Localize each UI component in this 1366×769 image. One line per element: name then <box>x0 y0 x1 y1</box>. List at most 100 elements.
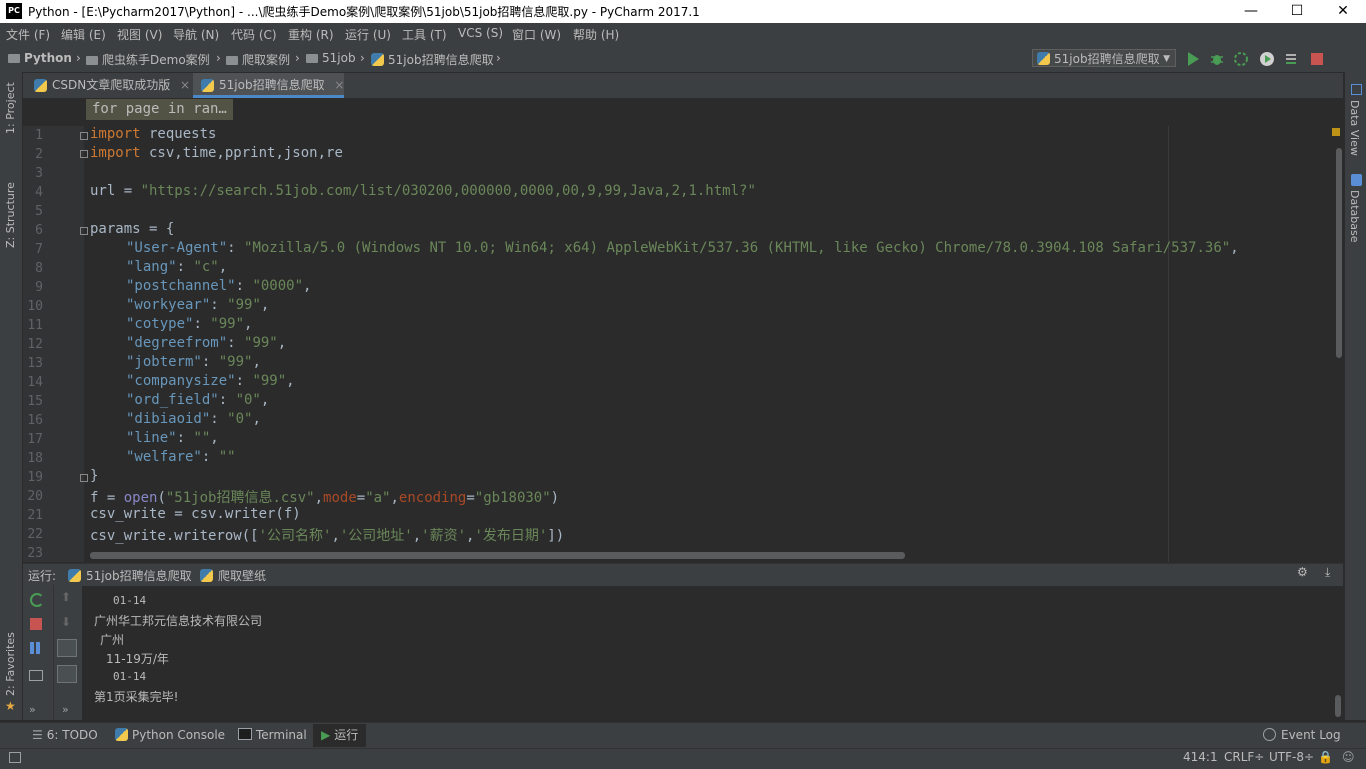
data-view-tool-tab[interactable]: Data View <box>1348 100 1361 156</box>
todo-tool-button[interactable]: ☰ 6: TODO <box>32 728 98 742</box>
terminal-tool-button[interactable]: Terminal <box>238 728 307 742</box>
run-icon[interactable] <box>1185 51 1201 67</box>
maximize-button[interactable]: ☐ <box>1274 0 1320 23</box>
breadcrumb-51job[interactable]: 51job <box>306 51 356 65</box>
run-tab-51job[interactable]: 51job招聘信息爬取 <box>68 567 192 584</box>
rerun-icon[interactable] <box>30 593 44 607</box>
toggle-tool-windows-icon[interactable] <box>9 752 21 763</box>
line-number: 4 <box>35 185 43 200</box>
terminal-icon <box>238 728 252 740</box>
editor-vertical-scrollbar[interactable] <box>1336 148 1342 358</box>
breadcrumb-python[interactable]: Python <box>8 51 72 65</box>
menu-tools[interactable]: 工具 (T) <box>402 26 447 43</box>
close-button[interactable]: ✕ <box>1320 0 1366 23</box>
more-icon[interactable]: » <box>62 703 69 716</box>
run-tab-wallpaper[interactable]: 爬取壁纸 <box>200 567 266 584</box>
breadcrumb-demo[interactable]: 爬虫练手Demo案例 <box>86 51 210 68</box>
project-tool-tab[interactable]: 1: Project <box>4 82 17 134</box>
menu-window[interactable]: 窗口 (W) <box>512 26 561 43</box>
file-encoding[interactable]: UTF-8÷ <box>1269 750 1314 764</box>
pause-icon[interactable] <box>30 642 34 654</box>
minimize-button[interactable]: — <box>1228 0 1274 23</box>
code-line[interactable]: "dibiaoid": "0", <box>126 411 261 427</box>
line-number: 23 <box>27 546 43 561</box>
print-icon[interactable] <box>29 670 43 681</box>
run-output-scrollbar[interactable] <box>1335 695 1341 717</box>
soft-wrap-icon[interactable] <box>57 639 77 657</box>
line-number: 18 <box>27 451 43 466</box>
warning-marker-icon[interactable] <box>1332 128 1340 136</box>
code-line[interactable]: "line": "", <box>126 430 219 446</box>
scroll-to-end-icon[interactable] <box>57 665 77 683</box>
debug-icon[interactable] <box>1209 51 1225 67</box>
menu-refactor[interactable]: 重构 (R) <box>288 26 334 43</box>
breadcrumb-file[interactable]: 51job招聘信息爬取 <box>371 51 494 68</box>
code-line[interactable]: "postchannel": "0000", <box>126 278 311 294</box>
code-line[interactable]: "ord_field": "0", <box>126 392 269 408</box>
tab-csdn[interactable]: CSDN文章爬取成功版 × <box>26 73 190 98</box>
close-tab-icon[interactable]: × <box>334 78 344 92</box>
code-line[interactable]: "lang": "c", <box>126 259 227 275</box>
run-tool-button[interactable]: ▶ 运行 <box>313 724 367 747</box>
close-tab-icon[interactable]: × <box>180 78 190 92</box>
event-log-tool-button[interactable]: Event Log <box>1263 728 1341 742</box>
tab-51job[interactable]: 51job招聘信息爬取 × <box>193 73 344 98</box>
fold-marker-icon[interactable] <box>80 474 88 482</box>
menu-help[interactable]: 帮助 (H) <box>573 26 619 43</box>
structure-tool-tab[interactable]: Z: Structure <box>4 182 17 248</box>
code-line[interactable]: "degreefrom": "99", <box>126 335 286 351</box>
menu-edit[interactable]: 编辑 (E) <box>61 26 106 43</box>
stop-icon[interactable] <box>1309 51 1325 67</box>
cursor-position[interactable]: 414:1 <box>1183 750 1218 764</box>
code-line[interactable]: "User-Agent": "Mozilla/5.0 (Windows NT 1… <box>126 240 1239 256</box>
fold-marker-icon[interactable] <box>80 150 88 158</box>
code-line[interactable]: url = "https://search.51job.com/list/030… <box>90 183 756 199</box>
chevron-down-icon: ▼ <box>1163 54 1170 64</box>
code-line[interactable]: } <box>90 468 98 484</box>
concurrency-icon[interactable] <box>1284 51 1300 67</box>
profile-icon[interactable] <box>1259 51 1275 67</box>
line-separator[interactable]: CRLF÷ <box>1224 750 1264 764</box>
code-line[interactable]: import csv,time,pprint,json,re <box>90 145 343 161</box>
code-line[interactable]: "jobterm": "99", <box>126 354 261 370</box>
code-line[interactable]: "workyear": "99", <box>126 297 269 313</box>
menu-view[interactable]: 视图 (V) <box>117 26 162 43</box>
menu-vcs[interactable]: VCS (S) <box>458 26 503 40</box>
code-line[interactable]: csv_write = csv.writer(f) <box>90 506 301 522</box>
lock-icon[interactable]: 🔒 <box>1318 750 1333 764</box>
menu-run[interactable]: 运行 (U) <box>345 26 391 43</box>
breadcrumb-separator: › <box>295 51 300 65</box>
code-line[interactable]: f = open("51job招聘信息.csv",mode="a",encodi… <box>90 487 559 507</box>
code-line[interactable]: csv_write.writerow(['公司名称','公司地址','薪资','… <box>90 525 564 545</box>
editor-horizontal-scrollbar[interactable] <box>90 552 905 559</box>
python-console-tool-button[interactable]: Python Console <box>115 728 225 742</box>
breadcrumb-cases[interactable]: 爬取案例 <box>226 51 290 68</box>
coverage-icon[interactable] <box>1233 51 1249 67</box>
fold-marker-icon[interactable] <box>80 132 88 140</box>
code-line[interactable]: "companysize": "99", <box>126 373 295 389</box>
pause-icon[interactable] <box>36 642 40 654</box>
code-line[interactable]: "cotype": "99", <box>126 316 252 332</box>
more-icon[interactable]: » <box>29 703 36 716</box>
menu-code[interactable]: 代码 (C) <box>231 26 277 43</box>
run-configuration-dropdown[interactable]: 51job招聘信息爬取 ▼ <box>1032 49 1176 67</box>
code-context-hint[interactable]: for page in ran… <box>86 99 233 120</box>
menu-file[interactable]: 文件 (F) <box>6 26 50 43</box>
gear-icon[interactable]: ⚙ <box>1297 565 1308 579</box>
arrow-up-icon[interactable]: ⬆ <box>61 590 71 604</box>
stop-icon[interactable] <box>30 618 42 630</box>
database-tool-tab[interactable]: Database <box>1348 190 1361 243</box>
favorites-tool-tab[interactable]: 2: Favorites <box>4 632 17 696</box>
menu-navigate[interactable]: 导航 (N) <box>173 26 219 43</box>
breadcrumb-separator: › <box>496 51 501 65</box>
inspector-icon[interactable]: ☺ <box>1342 750 1355 764</box>
code-line[interactable]: "welfare": "" <box>126 449 236 465</box>
code-line[interactable]: import requests <box>90 126 216 142</box>
hide-panel-icon[interactable]: ⤓ <box>1325 565 1330 580</box>
line-number: 22 <box>27 527 43 542</box>
arrow-down-icon[interactable]: ⬇ <box>61 615 71 629</box>
fold-marker-icon[interactable] <box>80 227 88 235</box>
data-view-icon <box>1351 84 1362 95</box>
code-line[interactable]: params = { <box>90 221 174 237</box>
run-toolbar-secondary: ⬆ ⬇ » <box>53 585 82 720</box>
